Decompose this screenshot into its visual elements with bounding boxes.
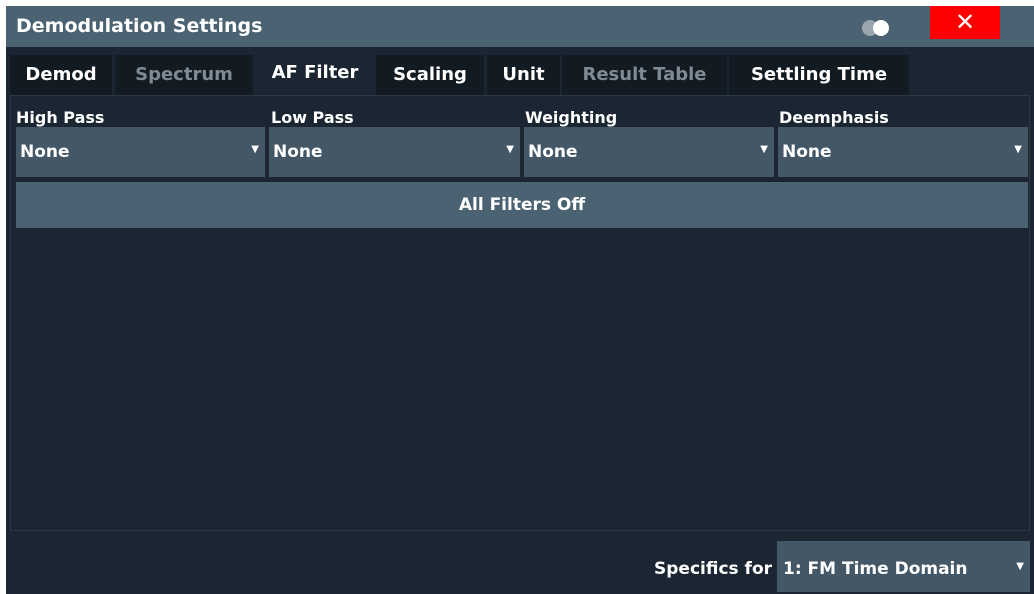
tab-settling-time[interactable]: Settling Time [729,55,909,95]
tab-scaling[interactable]: Scaling [376,55,484,95]
tab-unit[interactable]: Unit [487,55,560,95]
low-pass-dropdown[interactable]: None ▼ [269,127,520,177]
low-pass-value: None [273,142,323,162]
toggle-knob-on [873,20,889,36]
title-bar: Demodulation Settings ✕ [6,6,1034,47]
weighting-dropdown[interactable]: None ▼ [524,127,774,177]
specifics-for-label: Specifics for [654,559,773,579]
low-pass-label: Low Pass [271,108,354,127]
dropdown-arrow-icon: ▼ [1014,144,1022,155]
tab-spectrum[interactable]: Spectrum [115,55,253,95]
dialog-title: Demodulation Settings [16,15,263,37]
close-button[interactable]: ✕ [930,6,1000,39]
tab-demod[interactable]: Demod [10,55,112,95]
all-filters-off-button[interactable]: All Filters Off [16,182,1028,228]
bottom-bar: Specifics for 1: FM Time Domain ▼ [10,534,1030,592]
dropdown-arrow-icon: ▼ [506,144,514,155]
dropdown-arrow-icon: ▼ [251,144,259,155]
close-icon: ✕ [954,8,976,36]
dropdown-arrow-icon: ▼ [1016,561,1024,572]
deemphasis-label: Deemphasis [779,108,889,127]
high-pass-value: None [20,142,70,162]
toggle-icon[interactable] [862,20,894,36]
high-pass-label: High Pass [16,108,105,127]
demodulation-settings-dialog: Demodulation Settings ✕ Demod Spectrum A… [6,6,1034,594]
weighting-value: None [528,142,578,162]
specifics-for-value: 1: FM Time Domain [783,559,968,579]
high-pass-dropdown[interactable]: None ▼ [16,127,265,177]
specifics-for-dropdown[interactable]: 1: FM Time Domain ▼ [777,541,1030,592]
weighting-label: Weighting [525,108,618,127]
deemphasis-value: None [782,142,832,162]
dropdown-arrow-icon: ▼ [760,144,768,155]
deemphasis-dropdown[interactable]: None ▼ [778,127,1028,177]
tab-af-filter[interactable]: AF Filter [256,53,374,97]
tab-result-table[interactable]: Result Table [562,55,727,95]
